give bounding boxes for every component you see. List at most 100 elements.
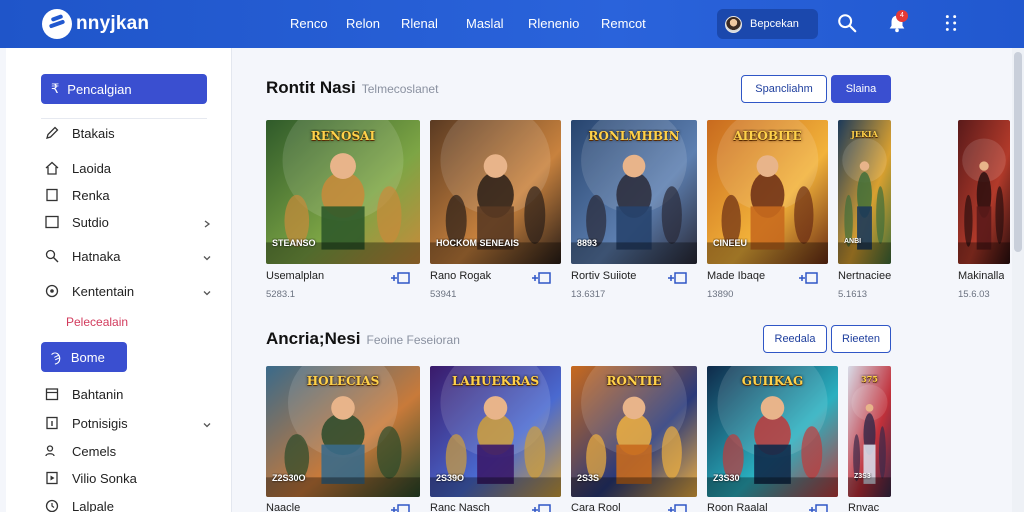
sidebar-item-11[interactable]: Lalpale — [44, 498, 114, 512]
logo-mark-icon — [42, 9, 72, 39]
sidebar-item-3[interactable]: Renka — [44, 187, 110, 203]
game-cover-image[interactable] — [958, 120, 1010, 264]
sidebar-item-8[interactable]: Potnisigis — [44, 415, 128, 431]
game-cover-image[interactable]: 375 Z3S3 — [848, 366, 891, 497]
game-cover-image[interactable]: RONLMHBIN 8893 — [571, 120, 697, 264]
sidebar-item-label: Cemels — [72, 443, 117, 459]
add-to-list-icon[interactable] — [390, 271, 410, 285]
sidebar-item-10[interactable]: Vilio Sonka — [44, 470, 137, 486]
cover-title-text: LAHUEKRAS — [451, 374, 540, 388]
game-title[interactable]: Rnvac — [848, 502, 879, 512]
chevron-down-icon[interactable] — [202, 288, 212, 298]
section-2-card-5[interactable]: 375 Z3S3 Rnvac — [848, 366, 891, 512]
game-cover-image[interactable]: AIEOBITE CINEEU — [707, 120, 828, 264]
sidebar-item-label: Renka — [72, 187, 110, 203]
add-to-list-icon[interactable] — [808, 503, 828, 512]
section-1-card-5[interactable]: JEKIA ANBI Nertnaciee 5.1613 — [838, 120, 891, 303]
scrollbar-thumb[interactable] — [1014, 52, 1022, 252]
add-to-list-icon[interactable] — [798, 271, 818, 285]
sidebar-item-label: Bome — [70, 349, 105, 365]
calendar-icon — [45, 388, 59, 401]
game-title[interactable]: Naacle — [266, 502, 300, 512]
game-title[interactable]: Ranc Nasch — [430, 502, 490, 512]
add-to-list-icon[interactable] — [531, 503, 551, 512]
chevron-down-icon[interactable] — [202, 420, 212, 430]
section-1-card-2[interactable]: HOCKOM SENEAIS Rano Rogak 53941 — [430, 120, 561, 303]
game-title[interactable]: Makinalla — [958, 270, 1004, 282]
game-cover-image[interactable]: JEKIA ANBI — [838, 120, 891, 264]
search-icon[interactable] — [836, 12, 858, 34]
section-1-card-4[interactable]: AIEOBITE CINEEU Made Ibaqe 13890 — [707, 120, 828, 303]
sidebar-subitem[interactable]: Pelecealain — [66, 315, 128, 329]
sidebar-primary-button[interactable]: ₹ Pencalgian — [41, 74, 207, 104]
section-1-outline-button[interactable]: Spancliahm — [741, 75, 827, 103]
game-meta: 15.6.03 — [958, 289, 990, 300]
nav-item-1[interactable]: Renco — [290, 16, 328, 31]
game-cover-image[interactable]: HOCKOM SENEAIS — [430, 120, 561, 264]
section-1-subtitle: Telmecoslanet — [361, 82, 439, 96]
top-bar: nnyjkan Renco Relon Rlenal Maslal Rlenen… — [0, 0, 1024, 48]
more-menu-icon[interactable] — [940, 12, 962, 34]
user-menu-button[interactable]: Bepcekan — [717, 9, 818, 39]
cover-subtitle-text: 2S3S — [577, 473, 600, 483]
section-1-card-1[interactable]: RENOSAI STEANSO Usemalplan 5283.1 — [266, 120, 420, 303]
active-glyph-icon: Ϡ — [51, 349, 61, 365]
add-to-list-icon[interactable] — [667, 503, 687, 512]
cover-subtitle-text: Z3S3 — [854, 473, 871, 480]
game-title[interactable]: Rano Rogak — [430, 270, 491, 282]
sidebar-item-1[interactable]: Btakais — [44, 125, 115, 141]
clock-icon — [45, 499, 59, 512]
section-2-outline-button-a[interactable]: Reedala — [763, 325, 827, 353]
game-cover-image[interactable]: RONTIE 2S3S — [571, 366, 697, 497]
user-name: Bepcekan — [750, 18, 799, 30]
nav-item-3[interactable]: Rlenal — [401, 16, 438, 31]
cover-title-text: RONLMHBIN — [588, 129, 680, 143]
section-2-card-1[interactable]: HOLECIAS Z2S30O Naacle — [266, 366, 420, 512]
sidebar-item-label: Hatnaka — [72, 248, 121, 264]
add-to-list-icon[interactable] — [531, 271, 551, 285]
game-title[interactable]: Made Ibaqe — [707, 270, 765, 282]
add-to-list-icon[interactable] — [390, 503, 410, 512]
section-2-card-4[interactable]: GUIIKAG Z3S30 Roon Raalal — [707, 366, 838, 512]
section-2-subtitle: Feoine Feseioran — [366, 333, 460, 347]
sidebar-item-6[interactable]: Kententain — [44, 283, 134, 299]
game-cover-image[interactable]: HOLECIAS Z2S30O — [266, 366, 420, 497]
game-cover-image[interactable]: LAHUEKRAS 2S39O — [430, 366, 561, 497]
sidebar-item-5[interactable]: Hatnaka — [44, 248, 120, 264]
game-title[interactable]: Nertnaciee — [838, 270, 891, 282]
section-2-outline-button-b[interactable]: Rieeten — [831, 325, 891, 353]
info-icon — [46, 416, 58, 430]
game-title[interactable]: Usemalplan — [266, 270, 324, 282]
app-logo[interactable]: nnyjkan — [42, 9, 149, 39]
section-1-card-6[interactable]: Makinalla 15.6.03 — [958, 120, 1010, 303]
add-to-list-icon[interactable] — [667, 271, 687, 285]
sidebar-item-label: Btakais — [72, 125, 115, 141]
nav-item-2[interactable]: Relon — [346, 16, 380, 31]
cover-title-text: HOLECIAS — [306, 374, 380, 388]
game-cover-image[interactable]: GUIIKAG Z3S30 — [707, 366, 838, 497]
nav-item-5[interactable]: Rlenenio — [528, 16, 579, 31]
game-title[interactable]: Roon Raalal — [707, 502, 768, 512]
game-cover-image[interactable]: RENOSAI STEANSO — [266, 120, 420, 264]
nav-item-6[interactable]: Remcot — [601, 16, 646, 31]
chevron-right-icon[interactable] — [202, 219, 212, 229]
home-icon — [45, 161, 59, 175]
section-2-card-2[interactable]: LAHUEKRAS 2S39O Ranc Nasch — [430, 366, 561, 512]
sidebar-item-2[interactable]: Laoida — [44, 160, 111, 176]
game-title[interactable]: Rortiv Suiiote — [571, 270, 636, 282]
sidebar-item-active[interactable]: Ϡ Bome — [41, 342, 127, 372]
nav-item-4[interactable]: Maslal — [466, 16, 504, 31]
cover-title-text: GUIIKAG — [741, 374, 804, 388]
sidebar-item-7[interactable]: Bahtanin — [44, 386, 123, 402]
section-1-card-3[interactable]: RONLMHBIN 8893 Rortiv Suiiote 13.6317 — [571, 120, 697, 303]
section-1-solid-button[interactable]: Slaina — [831, 75, 891, 103]
section-2-card-3[interactable]: RONTIE 2S3S Cara Rool — [571, 366, 697, 512]
cover-title-text: JEKIA — [851, 129, 878, 139]
cover-subtitle-text: Z3S30 — [713, 473, 740, 483]
sidebar-item-9[interactable]: Cemels — [44, 443, 116, 459]
sidebar-item-4[interactable]: Sutdio — [44, 214, 109, 230]
chevron-down-icon[interactable] — [202, 253, 212, 263]
game-title[interactable]: Cara Rool — [571, 502, 621, 512]
section-2-header: Ancria;Nesi Feoine Feseioran — [266, 329, 460, 349]
cover-subtitle-text: 8893 — [577, 238, 598, 248]
